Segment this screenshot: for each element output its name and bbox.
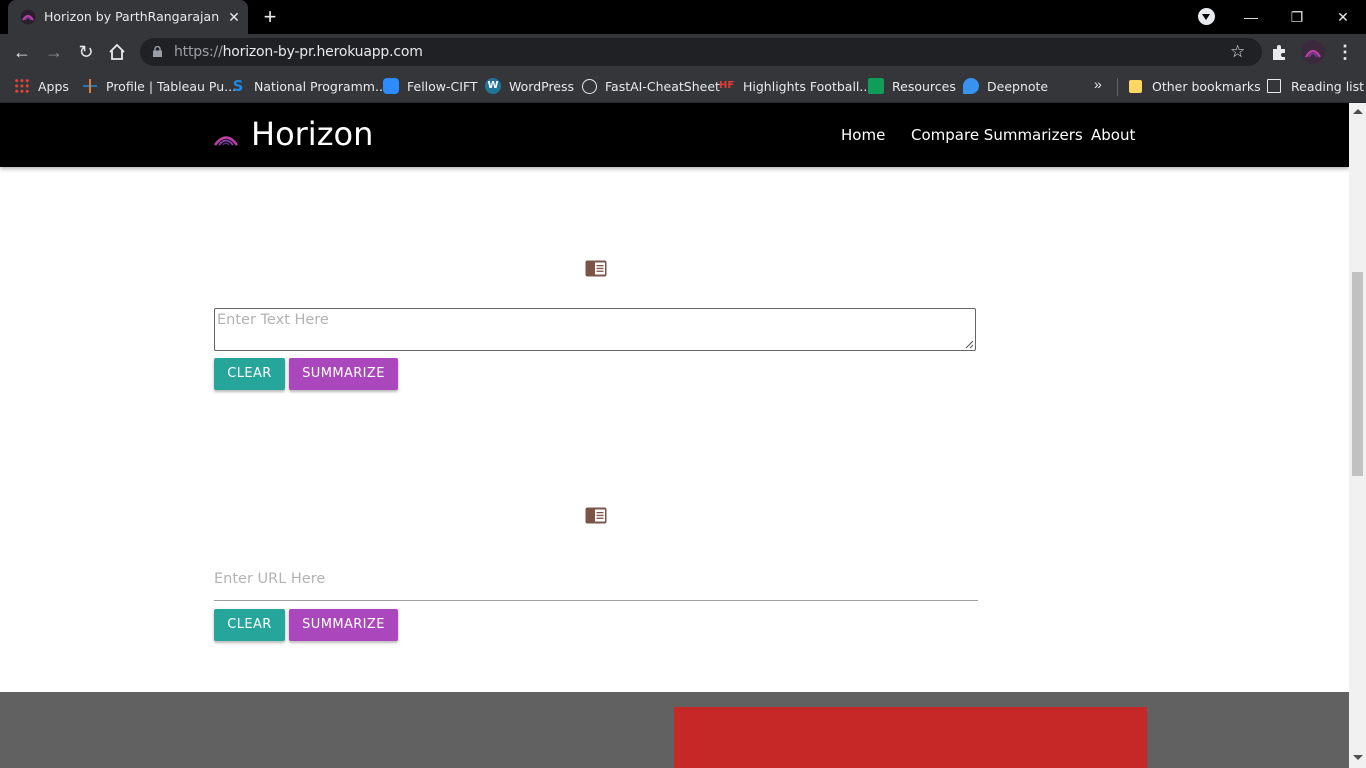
extensions-icon[interactable] — [1270, 43, 1288, 61]
swayam-icon: S — [232, 77, 244, 95]
url-input-placeholder: Enter URL Here — [214, 571, 326, 587]
browser-tab-bar: Horizon by ParthRangarajan ✕ + — ❐ ✕ — [0, 0, 1366, 34]
bookmark-swayam[interactable]: S National Programm... — [230, 76, 387, 96]
home-icon[interactable] — [107, 42, 127, 62]
horizon-logo-icon[interactable] — [214, 130, 238, 146]
new-tab-button[interactable]: + — [260, 6, 280, 28]
bookmark-fastai[interactable]: FastAI-CheatSheet — [582, 76, 720, 96]
apps-grid-icon — [14, 78, 30, 94]
scroll-up-arrow-icon[interactable] — [1353, 109, 1363, 114]
horizon-avatar-icon — [1305, 49, 1321, 58]
bookmark-highlights-football[interactable]: HF Highlights Football... — [719, 76, 871, 96]
scroll-down-arrow-icon[interactable] — [1353, 755, 1363, 760]
bookmark-label: FastAI-CheatSheet — [605, 78, 720, 94]
text-summarize-button[interactable]: SUMMARIZE — [289, 358, 398, 390]
tab-close-icon[interactable]: ✕ — [226, 9, 242, 25]
zoom-icon — [383, 78, 399, 94]
bookmark-label: WordPress — [509, 78, 575, 94]
more-bookmarks-icon[interactable]: » — [1094, 76, 1102, 92]
back-icon[interactable]: ← — [11, 41, 33, 63]
reading-list-icon — [1267, 79, 1281, 93]
address-bar[interactable]: https://horizon-by-pr.herokuapp.com ☆ — [140, 38, 1262, 66]
deepnote-icon — [963, 78, 979, 94]
bookmark-deepnote[interactable]: Deepnote — [963, 76, 1048, 96]
restore-button[interactable]: ❐ — [1285, 5, 1309, 29]
reader-icon — [585, 507, 607, 524]
scrollbar-thumb[interactable] — [1352, 272, 1363, 476]
nav-about-link[interactable]: About — [1091, 126, 1135, 144]
folder-icon — [1129, 79, 1142, 93]
text-input-area[interactable]: Enter Text Here — [214, 308, 976, 351]
page-viewport: Horizon Home Compare Summarizers About E… — [0, 103, 1349, 768]
reading-list[interactable]: Reading list — [1267, 76, 1364, 96]
reader-icon — [585, 260, 607, 277]
bookmark-wordpress[interactable]: W WordPress — [485, 76, 574, 96]
hf-icon: HF — [719, 80, 735, 91]
text-clear-button[interactable]: CLEAR — [214, 358, 285, 390]
bookmark-label: National Programm... — [254, 78, 387, 94]
browser-toolbar: ← → ↻ https://horizon-by-pr.herokuapp.co… — [0, 34, 1366, 70]
reading-list-label: Reading list — [1291, 78, 1365, 94]
tab-title: Horizon by ParthRangarajan — [44, 9, 220, 24]
nav-compare-link[interactable]: Compare Summarizers — [911, 126, 1083, 144]
browser-menu-icon[interactable]: ⋮ — [1336, 40, 1354, 64]
bookmark-star-icon[interactable]: ☆ — [1230, 42, 1245, 62]
bookmark-resources[interactable]: Resources — [868, 76, 956, 96]
bookmark-label: Profile | Tableau Pu... — [106, 78, 237, 94]
url-summarize-button[interactable]: SUMMARIZE — [289, 609, 398, 641]
bookmark-label: Resources — [892, 78, 956, 94]
url-host: horizon-by-pr.herokuapp.com — [222, 44, 423, 60]
reload-icon[interactable]: ↻ — [75, 41, 97, 63]
brand-title[interactable]: Horizon — [251, 115, 373, 153]
tableau-icon — [82, 78, 98, 94]
url-input-field[interactable]: Enter URL Here — [214, 565, 978, 601]
globe-icon — [582, 78, 597, 94]
bookmark-label: Fellow-CIFT — [407, 78, 478, 94]
site-navbar: Horizon Home Compare Summarizers About — [0, 103, 1349, 167]
bookmark-apps[interactable]: Apps — [14, 76, 69, 96]
lock-icon — [153, 46, 162, 57]
text-input-placeholder: Enter Text Here — [217, 312, 329, 328]
minimize-button[interactable]: — — [1239, 5, 1263, 29]
url-clear-button[interactable]: CLEAR — [214, 609, 285, 641]
bookmark-label: Highlights Football... — [743, 78, 872, 94]
bookmark-label: Apps — [38, 78, 69, 94]
other-bookmarks-label: Other bookmarks — [1152, 78, 1261, 94]
bookmark-fellow-cift[interactable]: Fellow-CIFT — [383, 76, 478, 96]
browser-tab[interactable]: Horizon by ParthRangarajan ✕ — [8, 0, 248, 34]
tab-search-icon[interactable] — [1198, 8, 1215, 25]
url-scheme: https:// — [174, 44, 223, 60]
red-panel — [674, 707, 1147, 768]
other-bookmarks[interactable]: Other bookmarks — [1129, 76, 1261, 96]
wordpress-icon: W — [485, 78, 501, 94]
nav-home-link[interactable]: Home — [841, 126, 885, 144]
resize-grip-icon[interactable] — [965, 340, 974, 349]
url-text: https://horizon-by-pr.herokuapp.com — [174, 44, 423, 60]
bookmarks-bar: Apps Profile | Tableau Pu... S National … — [0, 70, 1366, 103]
close-window-button[interactable]: ✕ — [1331, 5, 1355, 29]
horizon-favicon-icon — [20, 9, 36, 25]
bookmark-tableau[interactable]: Profile | Tableau Pu... — [82, 76, 236, 96]
profile-avatar[interactable] — [1301, 40, 1325, 64]
sheets-icon — [868, 78, 884, 94]
bookmark-label: Deepnote — [987, 78, 1049, 94]
bookmarks-separator — [1117, 78, 1118, 96]
forward-icon[interactable]: → — [43, 41, 65, 63]
